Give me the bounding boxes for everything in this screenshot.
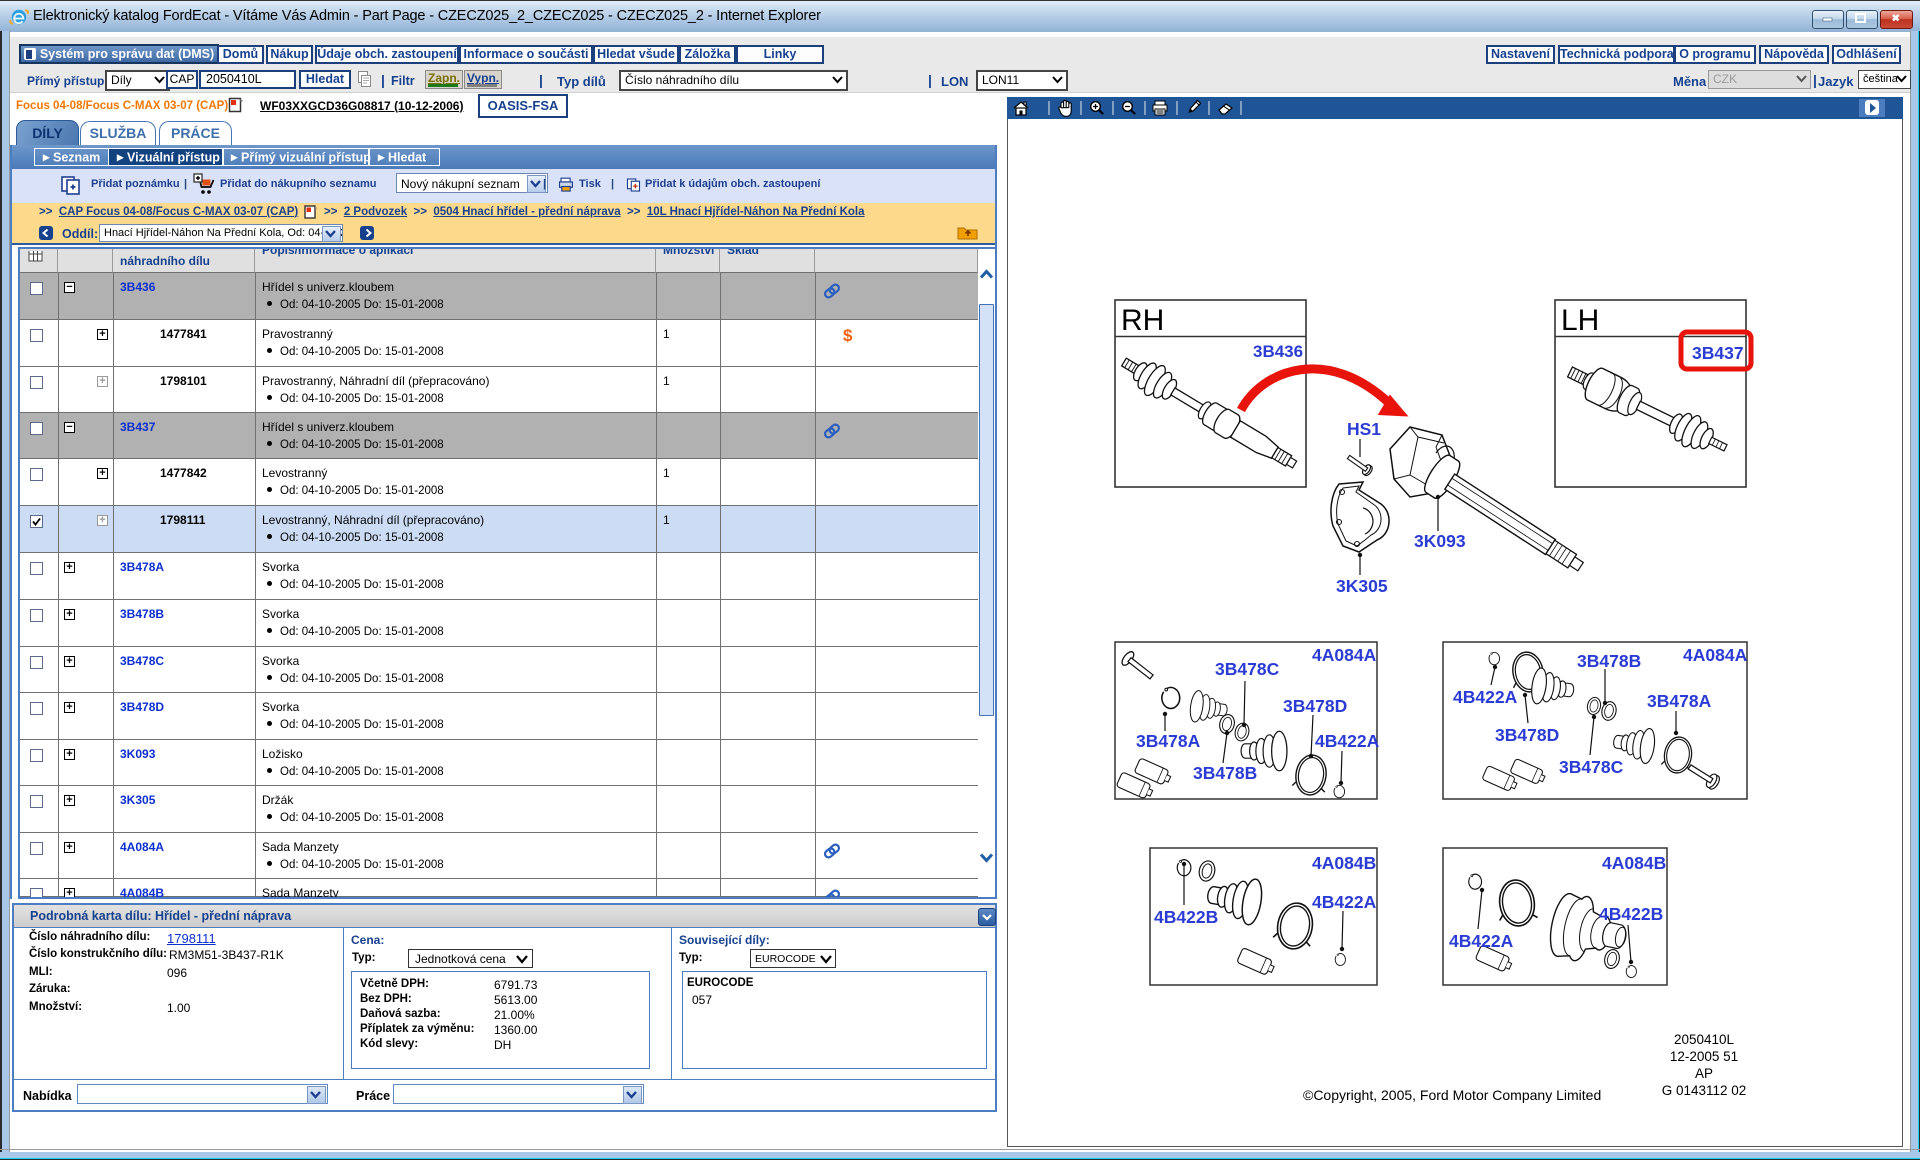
svg-text:3B478C: 3B478C [1559, 757, 1624, 777]
svg-text:4B422A: 4B422A [1453, 687, 1518, 707]
svg-text:4B422B: 4B422B [1599, 904, 1663, 924]
svg-text:4A084B: 4A084B [1602, 853, 1666, 873]
svg-text:©Copyright, 2005, Ford Motor C: ©Copyright, 2005, Ford Motor Company Lim… [1303, 1087, 1601, 1103]
svg-text:LH: LH [1561, 304, 1599, 337]
svg-text:G 0143112 02: G 0143112 02 [1662, 1083, 1747, 1098]
svg-text:3B478D: 3B478D [1283, 696, 1347, 716]
svg-text:4B422B: 4B422B [1154, 907, 1218, 927]
svg-text:3K305: 3K305 [1336, 576, 1388, 596]
svg-text:4A084B: 4A084B [1312, 853, 1376, 873]
svg-text:4B422A: 4B422A [1312, 892, 1377, 912]
svg-text:3B437: 3B437 [1692, 343, 1744, 363]
svg-text:4A084A: 4A084A [1312, 645, 1377, 665]
svg-text:3B478A: 3B478A [1647, 691, 1712, 711]
svg-text:3B478B: 3B478B [1577, 651, 1641, 671]
svg-text:3B478C: 3B478C [1215, 659, 1280, 679]
svg-text:4B422A: 4B422A [1315, 731, 1380, 751]
svg-text:2050410L: 2050410L [1674, 1032, 1735, 1047]
svg-text:3B436: 3B436 [1253, 342, 1303, 361]
svg-text:4B422A: 4B422A [1449, 931, 1514, 951]
svg-text:3B478D: 3B478D [1495, 725, 1559, 745]
svg-text:3B478B: 3B478B [1193, 763, 1257, 783]
svg-text:12-2005 51: 12-2005 51 [1670, 1049, 1738, 1064]
svg-text:3B478A: 3B478A [1136, 731, 1201, 751]
svg-text:4A084A: 4A084A [1683, 645, 1748, 665]
svg-text:RH: RH [1121, 304, 1164, 337]
svg-text:HS1: HS1 [1347, 419, 1381, 439]
svg-text:3K093: 3K093 [1414, 531, 1466, 551]
svg-text:AP: AP [1695, 1066, 1713, 1081]
